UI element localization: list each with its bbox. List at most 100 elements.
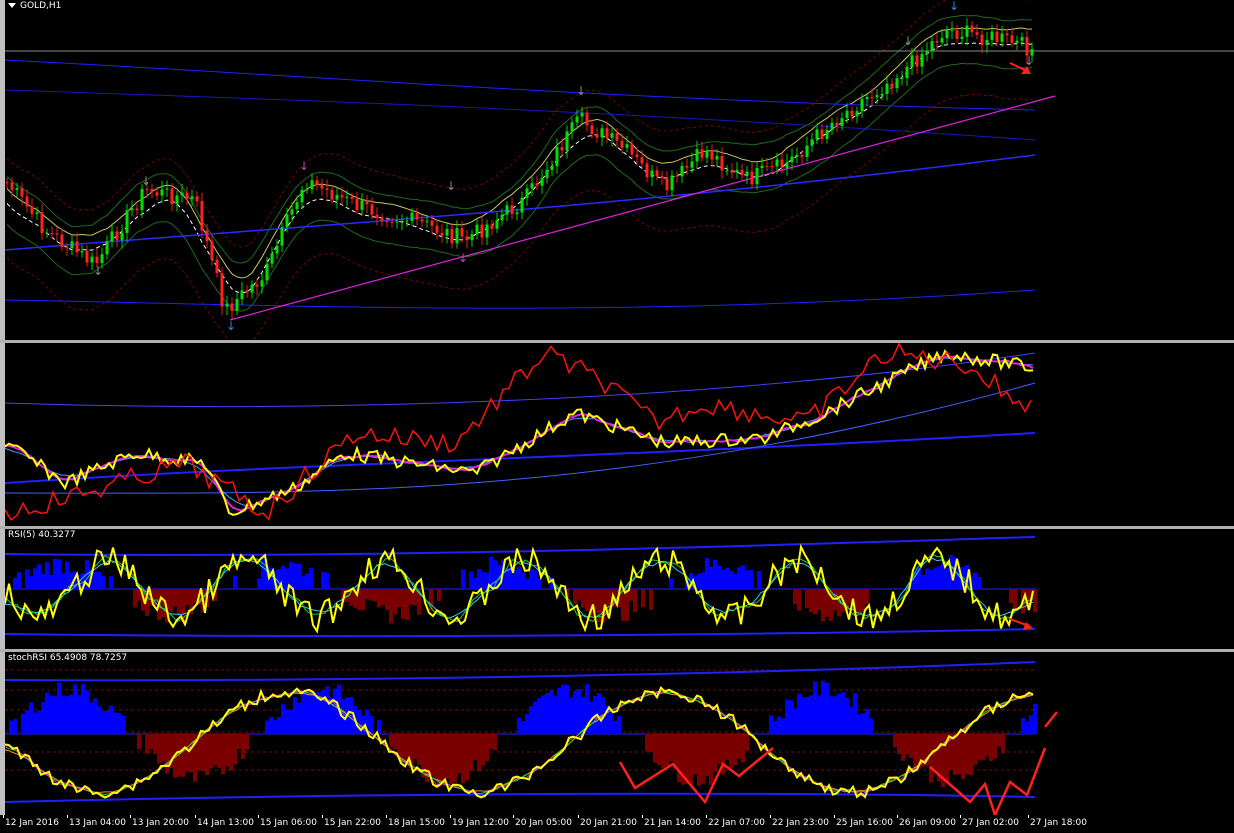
rsi-histogram-bar (61, 573, 65, 589)
rsi-histogram-bar (521, 572, 525, 589)
candle-body (995, 31, 999, 42)
candle-body (610, 133, 614, 138)
axis-tick-mark (67, 815, 68, 818)
rsi-histogram-bar (373, 589, 377, 602)
stoch-histogram-bar (413, 734, 417, 760)
stoch-histogram-bar (653, 734, 657, 763)
candle-body (870, 97, 874, 99)
rsi-histogram-bar (581, 589, 585, 608)
axis-tick-label: 21 Jan 14:00 (644, 818, 701, 828)
stoch-histogram-bar (785, 699, 789, 734)
rsi-histogram-bar (13, 577, 17, 589)
stoch-histogram-bar (793, 708, 797, 734)
candle-body (895, 78, 899, 89)
axis-tick-mark (258, 815, 259, 818)
stoch-histogram-bar (457, 734, 461, 774)
candle-body (810, 139, 814, 146)
candle-body (800, 154, 804, 158)
candle-body (945, 30, 949, 39)
candle-body (35, 212, 39, 214)
stoch-histogram-bar (245, 734, 249, 750)
candle-body (300, 189, 304, 203)
rsi-histogram-bar (101, 576, 105, 589)
rsi-histogram-bar (405, 589, 409, 621)
candle-body (420, 219, 424, 222)
price-pane[interactable]: ↓ ↓ ↓ ↓ ↓ ↓ ↓ ↓ ↓ ↓ GOLD,H1 (5, 0, 1234, 340)
stochrsi-pane[interactable]: stochRSI 65.4908 78.7257 (5, 652, 1234, 815)
price-chart: ↓ ↓ ↓ ↓ ↓ ↓ ↓ ↓ ↓ ↓ (5, 0, 1234, 340)
candle-body (1010, 35, 1014, 43)
stoch-histogram-bar (989, 734, 993, 762)
stoch-histogram-bar (89, 702, 93, 734)
stoch-histogram-bar (693, 734, 697, 775)
axis-tick-mark (1028, 815, 1029, 818)
candle-body (160, 189, 164, 196)
candle-body (885, 83, 889, 94)
candle-body (510, 205, 514, 214)
candle-body (770, 166, 774, 168)
candle-body (55, 233, 59, 235)
stoch-histogram-bar (265, 720, 269, 734)
candle-body (245, 290, 249, 293)
candle-body (450, 229, 454, 244)
candle-body (365, 200, 369, 205)
candle-body (405, 220, 409, 222)
candle-body (90, 256, 94, 263)
stoch-histogram-bar (849, 706, 853, 734)
candle-body (790, 156, 794, 163)
stoch-histogram-bar (797, 693, 801, 734)
candle-body (125, 210, 129, 233)
rsi-histogram-bar (377, 589, 381, 608)
rsi-histogram-bar (929, 570, 933, 589)
candle-body (255, 284, 259, 287)
candle-body (965, 25, 969, 37)
trend-line (229, 95, 1056, 321)
rsi-histogram-bar (737, 567, 741, 589)
rsi-histogram-bar (17, 572, 21, 589)
stoch-histogram-bar (841, 692, 845, 734)
rsi-histogram-bar (1013, 589, 1017, 609)
rsi-histogram-bar (705, 558, 709, 589)
candle-body (555, 147, 559, 167)
candle-body (20, 188, 24, 197)
stoch-histogram-bar (281, 704, 285, 734)
rsi-pane[interactable]: RSI(5) 40.3277 (5, 529, 1234, 649)
candle-body (985, 39, 989, 45)
candle-body (745, 171, 749, 176)
candle-body (915, 55, 919, 67)
indicator-pane-1[interactable] (5, 343, 1234, 526)
rsi-histogram-bar (585, 589, 589, 612)
stoch-histogram-bar (745, 734, 749, 751)
rsi-upper-band (5, 536, 1036, 556)
axis-tick-label: 22 Jan 07:00 (708, 818, 765, 828)
rsi-histogram-bar (749, 569, 753, 589)
candle-body (850, 110, 854, 117)
stoch-histogram-bar (861, 713, 865, 734)
candle-body (875, 95, 879, 98)
stoch-histogram-bar (429, 734, 433, 776)
rsi-histogram-bar (325, 572, 329, 589)
stoch-histogram-bar (57, 682, 61, 734)
stoch-histogram-bar (597, 693, 601, 734)
stoch-histogram-bar (813, 681, 817, 734)
candle-body (840, 118, 844, 126)
stoch-histogram-bar (769, 715, 773, 734)
stoch-histogram-bar (333, 688, 337, 734)
rsi-histogram-bar (793, 589, 797, 605)
rsi-histogram-bar (293, 563, 297, 589)
stoch-histogram-bar (781, 718, 785, 734)
stoch-histogram-bar (1021, 718, 1025, 734)
stoch-histogram-bar (293, 697, 297, 734)
stoch-histogram-bar (73, 684, 77, 734)
stoch-histogram-bar (301, 691, 305, 734)
stoch-histogram-bar (225, 734, 229, 767)
dropdown-triangle-icon (8, 3, 16, 8)
stoch-histogram-bar (189, 734, 193, 773)
candle-body (200, 201, 204, 231)
candle-body (50, 233, 54, 235)
symbol-label[interactable]: GOLD,H1 (8, 1, 61, 11)
candle-body (505, 205, 509, 215)
axis-tick-mark (897, 815, 898, 818)
fractal-arrow-icon: ↓ (903, 34, 913, 48)
stoch-histogram-bar (997, 734, 1001, 747)
